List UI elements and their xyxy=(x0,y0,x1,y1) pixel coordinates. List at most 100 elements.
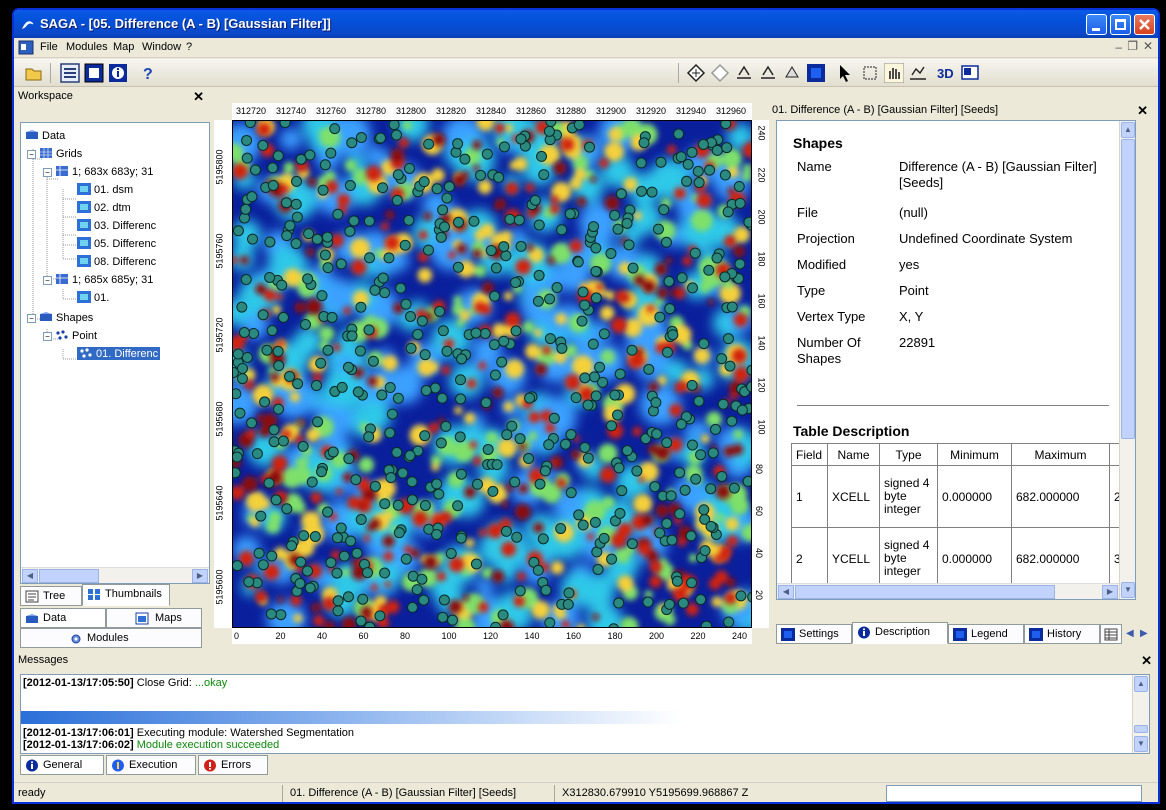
map-legend-icon[interactable] xyxy=(806,63,826,83)
tab-execution[interactable]: Execution xyxy=(106,755,196,775)
scroll-thumb[interactable] xyxy=(39,569,99,583)
raster-blob xyxy=(553,161,567,175)
seed-point xyxy=(281,503,293,515)
measure-distance-icon[interactable] xyxy=(908,63,928,83)
tab-scroll-left-icon[interactable]: ◀ xyxy=(1126,628,1134,639)
tree-node-difference-08[interactable]: 08. Differenc xyxy=(77,255,156,268)
scroll-right-icon[interactable]: ▶ xyxy=(1102,585,1118,599)
tab-history[interactable]: History xyxy=(1024,624,1100,644)
select-arrow-icon[interactable] xyxy=(836,63,856,83)
layout-icon[interactable] xyxy=(960,63,980,83)
collapse-icon[interactable]: − xyxy=(27,314,36,323)
help-icon[interactable]: ? xyxy=(138,63,158,83)
table-row: 1 XCELL signed 4 byte integer 0.000000 6… xyxy=(791,465,1133,528)
tree-node-grids[interactable]: − Grids xyxy=(27,147,82,160)
open-folder-icon[interactable] xyxy=(24,63,44,83)
raster-blob xyxy=(599,305,615,321)
scroll-up-icon[interactable]: ▲ xyxy=(1134,676,1148,692)
description-close-icon[interactable]: ✕ xyxy=(1137,103,1148,119)
collapse-icon[interactable]: − xyxy=(43,168,52,177)
tab-settings[interactable]: Settings xyxy=(776,624,852,644)
title-bar[interactable]: SAGA - [05. Difference (A - B) [Gaussian… xyxy=(14,10,1158,38)
menu-help[interactable]: ? xyxy=(186,41,192,53)
sync-maps-icon[interactable] xyxy=(782,63,802,83)
tab-description[interactable]: Description xyxy=(852,622,948,644)
tree-node-grid-01[interactable]: 01. xyxy=(77,291,109,304)
tab-modules[interactable]: Modules xyxy=(20,628,202,648)
ruler-tick-label: 80 xyxy=(400,631,411,641)
minimize-button[interactable] xyxy=(1086,14,1107,35)
raster-blob xyxy=(518,483,529,494)
close-window-button[interactable] xyxy=(1134,14,1155,35)
scroll-up-icon[interactable]: ▲ xyxy=(1121,122,1135,138)
tab-attributes[interactable] xyxy=(1100,624,1122,644)
scroll-down-icon[interactable]: ▼ xyxy=(1134,736,1148,752)
seed-point xyxy=(329,123,341,135)
scroll-thumb[interactable] xyxy=(1134,725,1148,733)
maximize-button[interactable] xyxy=(1110,14,1131,35)
pan-hand-icon[interactable] xyxy=(884,63,904,83)
tree-node-seeds-selected[interactable]: 01. Differenc xyxy=(77,347,161,360)
info-icon[interactable] xyxy=(108,63,128,83)
collapse-icon[interactable]: − xyxy=(43,332,52,341)
collapse-icon[interactable]: − xyxy=(43,276,52,285)
tab-scroll-right-icon[interactable]: ▶ xyxy=(1140,628,1148,639)
workspace-close-icon[interactable]: ✕ xyxy=(193,89,204,105)
scroll-down-icon[interactable]: ▼ xyxy=(1121,582,1135,598)
raster-blob xyxy=(733,245,746,258)
zoom-back-icon[interactable] xyxy=(734,63,754,83)
seed-point xyxy=(545,121,557,128)
messages-log[interactable]: [2012-01-13/17:05:50] Close Grid: ...oka… xyxy=(20,674,1150,754)
scroll-thumb[interactable] xyxy=(795,585,1055,599)
tree-node-data[interactable]: Data xyxy=(25,129,65,142)
zoom-full-icon[interactable] xyxy=(686,63,706,83)
seed-point xyxy=(379,567,391,579)
tab-data[interactable]: Data xyxy=(20,608,106,628)
description-vertical-scrollbar[interactable]: ▲ ▼ xyxy=(1119,121,1135,599)
menu-modules[interactable]: Modules xyxy=(66,41,108,53)
tab-tree[interactable]: Tree xyxy=(20,586,82,606)
workspace-toggle-icon[interactable] xyxy=(60,63,80,83)
raster-blob xyxy=(423,212,432,221)
tree-node-shapes[interactable]: − Shapes xyxy=(27,311,93,324)
table-cell: 0.000000 xyxy=(937,465,1012,528)
tree-node-difference-03[interactable]: 03. Differenc xyxy=(77,219,156,232)
mdi-restore-icon[interactable]: ❐ xyxy=(1127,39,1138,53)
messages-scrollbar[interactable]: ▲ ▼ xyxy=(1132,675,1149,753)
tree-node-grid-system-2[interactable]: − 1; 685x 685y; 31 xyxy=(43,273,153,286)
tree-horizontal-scrollbar[interactable]: ◀ ▶ xyxy=(21,567,209,583)
collapse-icon[interactable]: − xyxy=(27,150,36,159)
zoom-tool-icon[interactable] xyxy=(860,63,880,83)
workspace-tree[interactable]: Data − Grids −1; 683x 683y; 31 01. dsm 02… xyxy=(20,122,210,584)
menu-window[interactable]: Window xyxy=(142,41,181,53)
tree-node-difference-05[interactable]: 05. Differenc xyxy=(77,237,156,250)
tab-legend[interactable]: Legend xyxy=(948,624,1024,644)
tree-node-dsm[interactable]: 01. dsm xyxy=(77,183,133,196)
table-cell: 682.000000 xyxy=(1011,465,1110,528)
messages-close-icon[interactable]: ✕ xyxy=(1141,653,1152,669)
scroll-left-icon[interactable]: ◀ xyxy=(22,569,38,583)
map-canvas[interactable] xyxy=(232,120,752,628)
tab-errors[interactable]: Errors xyxy=(198,755,268,775)
scroll-left-icon[interactable]: ◀ xyxy=(778,585,794,599)
menu-map[interactable]: Map xyxy=(113,41,134,53)
tree-node-dtm[interactable]: 02. dtm xyxy=(77,201,131,214)
scroll-right-icon[interactable]: ▶ xyxy=(192,569,208,583)
seed-point xyxy=(257,559,269,571)
object-properties-icon[interactable] xyxy=(84,63,104,83)
zoom-active-icon[interactable] xyxy=(710,63,730,83)
tab-thumbnails[interactable]: Thumbnails xyxy=(82,584,170,606)
tree-node-point[interactable]: − Point xyxy=(43,329,97,342)
tab-general[interactable]: General xyxy=(20,755,104,775)
scroll-thumb[interactable] xyxy=(1121,139,1135,439)
description-horizontal-scrollbar[interactable]: ◀ ▶ xyxy=(777,583,1119,599)
prop-value-vertex-type: X, Y xyxy=(899,309,924,324)
seed-point xyxy=(590,242,602,254)
zoom-forward-icon[interactable] xyxy=(758,63,778,83)
tab-maps[interactable]: Maps xyxy=(106,608,202,628)
mdi-minimize-icon[interactable]: – xyxy=(1115,40,1122,54)
3d-view-icon[interactable]: 3D xyxy=(936,63,956,83)
mdi-close-icon[interactable]: ✕ xyxy=(1143,39,1153,53)
tree-node-grid-system-1[interactable]: − 1; 683x 683y; 31 xyxy=(43,165,153,178)
menu-file[interactable]: File xyxy=(40,41,58,53)
